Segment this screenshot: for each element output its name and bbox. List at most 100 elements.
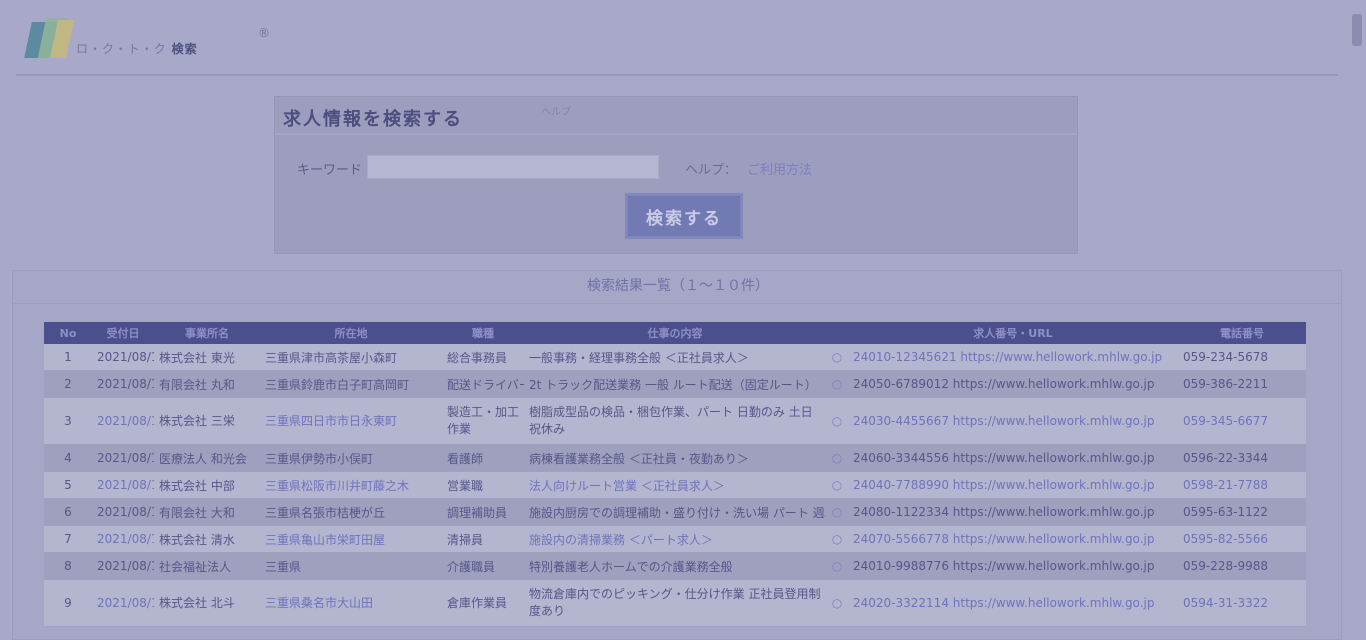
- cell-tel: 0594-31-3322: [1178, 579, 1306, 627]
- cell-no: 2: [44, 370, 92, 398]
- col-flag: [826, 322, 848, 344]
- col-date[interactable]: 受付日: [92, 322, 154, 344]
- cell-tel: 0596-22-3344: [1178, 444, 1306, 472]
- cell-description: 樹脂成型品の検品・梱包作業、パート 日勤のみ 土日祝休み: [524, 397, 826, 445]
- cell-description: 一般事務・経理事務全般 ＜正社員求人＞: [524, 344, 826, 371]
- cell-url-link[interactable]: 24020-3322114 https://www.hellowork.mhlw…: [848, 579, 1178, 627]
- col-url[interactable]: 求人番号・URL: [848, 322, 1178, 344]
- cell-address: 三重県亀山市栄町田屋: [260, 525, 442, 553]
- table-row[interactable]: 6 2021/08/12 有限会社 大和 三重県名張市桔梗が丘 調理補助員 施設…: [44, 498, 1306, 526]
- cell-company: 株式会社 東光: [154, 344, 260, 371]
- search-panel-divider: [275, 133, 1077, 135]
- cell-description: 2t トラック配送業務 一般 ルート配送（固定ルート）: [524, 370, 826, 398]
- cell-no: 8: [44, 552, 92, 580]
- cell-address: 三重県津市高茶屋小森町: [260, 344, 442, 371]
- cell-url-link[interactable]: 24010-9988776 https://www.hellowork.mhlw…: [848, 552, 1178, 580]
- site-logo[interactable]: [24, 16, 76, 62]
- cell-url-link[interactable]: 24050-6789012 https://www.hellowork.mhlw…: [848, 370, 1178, 398]
- results-table: No 受付日 事業所名 所在地 職種 仕事の内容 求人番号・URL 電話番号 1…: [44, 322, 1306, 627]
- cell-date: 2021/08/11: [92, 552, 154, 580]
- table-row[interactable]: 2 2021/08/16 有限会社 丸和 三重県鈴鹿市白子町高岡町 配送ドライバ…: [44, 370, 1306, 398]
- results-title: 検索結果一覧（１～１０件）: [587, 278, 769, 294]
- cell-job: 看護師: [442, 444, 524, 472]
- logo-registered-mark: ®: [258, 26, 270, 40]
- cell-job: 製造工・加工作業: [442, 397, 524, 445]
- cell-company: 医療法人 和光会: [154, 444, 260, 472]
- table-row[interactable]: 9 2021/08/10 株式会社 北斗 三重県桑名市大山田 倉庫作業員 物流倉…: [44, 579, 1306, 627]
- logo-text-b: 検索: [171, 42, 198, 56]
- cell-flag: ○: [826, 444, 848, 472]
- cell-company: 株式会社 中部: [154, 471, 260, 499]
- search-panel-title: 求人情報を検索する: [283, 109, 463, 130]
- results-header-row: No 受付日 事業所名 所在地 職種 仕事の内容 求人番号・URL 電話番号: [44, 322, 1306, 344]
- cell-job: 介護職員: [442, 552, 524, 580]
- cell-description: 病棟看護業務全般 ＜正社員・夜勤あり＞: [524, 444, 826, 472]
- cell-url-link[interactable]: 24060-3344556 https://www.hellowork.mhlw…: [848, 444, 1178, 472]
- help-label: ヘルプ：: [685, 163, 738, 178]
- cell-date: 2021/08/16: [92, 370, 154, 398]
- cell-tel: 0595-82-5566: [1178, 525, 1306, 553]
- help-link[interactable]: ご利用方法: [747, 159, 812, 178]
- cell-company: 株式会社 清水: [154, 525, 260, 553]
- cell-no: 1: [44, 344, 92, 371]
- cell-flag: ○: [826, 370, 848, 398]
- table-row[interactable]: 7 2021/08/11 株式会社 清水 三重県亀山市栄町田屋 清掃員 施設内の…: [44, 525, 1306, 553]
- cell-flag: ○: [826, 397, 848, 445]
- cell-url-link[interactable]: 24030-4455667 https://www.hellowork.mhlw…: [848, 397, 1178, 445]
- table-row[interactable]: 1 2021/08/16 株式会社 東光 三重県津市高茶屋小森町 総合事務員 一…: [44, 344, 1306, 371]
- keyword-label: キーワード: [297, 163, 363, 178]
- cell-job: 総合事務員: [442, 344, 524, 371]
- cell-address: 三重県名張市桔梗が丘: [260, 498, 442, 526]
- cell-address: 三重県伊勢市小俣町: [260, 444, 442, 472]
- cell-no: 6: [44, 498, 92, 526]
- search-panel: 求人情報を検索する ヘルプ キーワード ヘルプ： ご利用方法 検索する: [274, 96, 1078, 254]
- cell-date: 2021/08/13: [92, 444, 154, 472]
- cell-date: 2021/08/16: [92, 344, 154, 371]
- cell-address: 三重県桑名市大山田: [260, 579, 442, 627]
- col-job[interactable]: 職種: [442, 322, 524, 344]
- cell-tel: 0598-21-7788: [1178, 471, 1306, 499]
- cell-date: 2021/08/11: [92, 525, 154, 553]
- table-row[interactable]: 5 2021/08/12 株式会社 中部 三重県松阪市川井町藤之木 営業職 法人…: [44, 471, 1306, 499]
- cell-flag: ○: [826, 471, 848, 499]
- cell-date: 2021/08/12: [92, 498, 154, 526]
- scrollbar-thumb[interactable]: [1352, 14, 1362, 46]
- cell-tel: 059-228-9988: [1178, 552, 1306, 580]
- site-header: ロ・ク・ト・ク 検索 ®: [0, 0, 1366, 76]
- cell-no: 4: [44, 444, 92, 472]
- cell-job: 営業職: [442, 471, 524, 499]
- cell-url-link[interactable]: 24040-7788990 https://www.hellowork.mhlw…: [848, 471, 1178, 499]
- cell-address: 三重県: [260, 552, 442, 580]
- cell-job: 調理補助員: [442, 498, 524, 526]
- col-tel[interactable]: 電話番号: [1178, 322, 1306, 344]
- cell-job: 清掃員: [442, 525, 524, 553]
- search-panel-note: ヘルプ: [541, 107, 571, 118]
- search-submit-button[interactable]: 検索する: [625, 193, 743, 239]
- cell-no: 5: [44, 471, 92, 499]
- cell-job: 配送ドライバー: [442, 370, 524, 398]
- cell-description: 法人向けルート営業 ＜正社員求人＞: [524, 471, 826, 499]
- table-row[interactable]: 4 2021/08/13 医療法人 和光会 三重県伊勢市小俣町 看護師 病棟看護…: [44, 444, 1306, 472]
- col-address[interactable]: 所在地: [260, 322, 442, 344]
- cell-description: 特別養護老人ホームでの介護業務全般: [524, 552, 826, 580]
- cell-company: 社会福祉法人: [154, 552, 260, 580]
- keyword-input[interactable]: [367, 155, 659, 179]
- header-divider: [16, 74, 1338, 76]
- col-description[interactable]: 仕事の内容: [524, 322, 826, 344]
- cell-description: 施設内の清掃業務 ＜パート求人＞: [524, 525, 826, 553]
- cell-flag: ○: [826, 498, 848, 526]
- cell-company: 有限会社 丸和: [154, 370, 260, 398]
- cell-url-link[interactable]: 24080-1122334 https://www.hellowork.mhlw…: [848, 498, 1178, 526]
- cell-address: 三重県松阪市川井町藤之木: [260, 471, 442, 499]
- cell-url-link[interactable]: 24070-5566778 https://www.hellowork.mhlw…: [848, 525, 1178, 553]
- cell-company: 株式会社 三栄: [154, 397, 260, 445]
- col-no[interactable]: No: [44, 322, 92, 344]
- table-row[interactable]: 3 2021/08/13 株式会社 三栄 三重県四日市市日永東町 製造工・加工作…: [44, 397, 1306, 445]
- table-row[interactable]: 8 2021/08/11 社会福祉法人 三重県 介護職員 特別養護老人ホームでの…: [44, 552, 1306, 580]
- logo-text-a: ロ・ク・ト・ク: [76, 42, 167, 56]
- cell-url-link[interactable]: 24010-12345621 https://www.hellowork.mhl…: [848, 344, 1178, 371]
- cell-flag: ○: [826, 579, 848, 627]
- col-company[interactable]: 事業所名: [154, 322, 260, 344]
- cell-tel: 0595-63-1122: [1178, 498, 1306, 526]
- cell-address: 三重県鈴鹿市白子町高岡町: [260, 370, 442, 398]
